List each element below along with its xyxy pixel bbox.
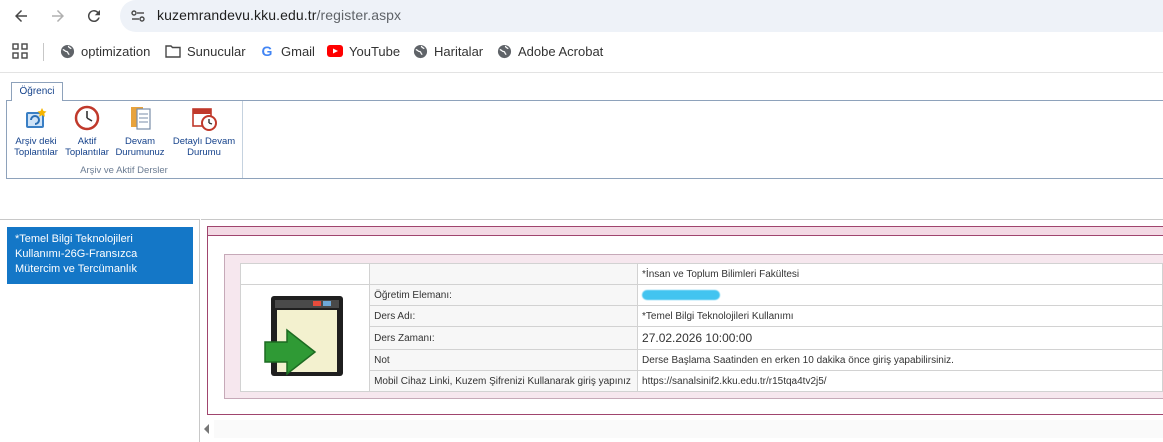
calendar-clock-icon [192,108,217,131]
course-name-label: Ders Adı: [369,305,639,327]
table-row: Öğretim Elemanı: [239,284,1163,392]
browser-toolbar: kuzemrandevu.kku.edu.tr/register.aspx [0,0,1163,32]
bookmark-haritalar[interactable]: Haritalar [412,43,483,59]
ribbon-group-separator [242,101,243,178]
instructor-value [637,284,1163,306]
url-text: kuzemrandevu.kku.edu.tr/register.aspx [157,7,401,23]
reload-icon [87,10,100,23]
course-line-1: *Temel Bilgi Teknolojileri [15,233,133,245]
forward-button[interactable] [45,4,71,28]
detailed-attendance-label-1: Detaylı Devam [172,136,236,147]
active-meetings-label-1: Aktif [77,136,97,147]
table-row: Not Derse Başlama Saatinden en erken 10 … [241,349,1163,371]
table-row: Ders Adı: *Temel Bilgi Teknolojileri Kul… [241,305,1163,327]
back-button[interactable] [8,4,34,28]
active-meetings-label-2: Toplantılar [65,147,109,158]
table-row: Ders Zamanı: 27.02.2026 10:00:00 [241,326,1163,350]
attendance-icon [131,107,151,130]
course-details-table: *İnsan ve Toplum Bilimleri Fakültesi Öğr… [239,263,1163,392]
faculty-value: *İnsan ve Toplum Bilimleri Fakültesi [637,263,1163,285]
mobile-link-value[interactable]: https://sanalsinif2.kku.edu.tr/r15tqa4tv… [637,370,1163,392]
note-value: Derse Başlama Saatinden en erken 10 daki… [637,349,1163,371]
bookmarks-bar: optimization Sunucular G Gmail YouTube H… [0,36,1163,68]
details-header-strip [208,227,1163,236]
archive-meetings-label-1: Arşiv deki [15,136,57,147]
join-session-icon[interactable] [259,290,351,384]
globe-icon [412,43,428,59]
bookmark-label: YouTube [349,43,401,59]
detailed-attendance-label-2: Durumu [187,147,221,158]
clock-icon [74,105,100,131]
archive-meetings-button[interactable]: Arşiv deki Toplantılar [12,104,60,158]
bookmark-optimization[interactable]: optimization [59,43,150,59]
globe-icon [496,43,512,59]
bookmark-youtube[interactable]: YouTube [327,43,400,59]
apps-button[interactable] [12,43,28,59]
url-path: /register.aspx [316,7,402,23]
instructor-label: Öğretim Elemanı: [369,284,639,306]
bookmark-label: Gmail [281,43,315,59]
bookmarks-separator [43,43,44,61]
bookmark-sunucular[interactable]: Sunucular [165,43,246,59]
note-label: Not [369,349,639,371]
tab-ogrenci[interactable]: Öğrenci [11,82,63,101]
attendance-status-button[interactable]: Devam Durumunuz [113,104,167,158]
detailed-attendance-button[interactable]: Detaylı Devam Durumu [170,104,238,158]
arrow-left-icon [15,10,27,22]
globe-icon [59,43,75,59]
address-bar[interactable]: kuzemrandevu.kku.edu.tr/register.aspx [120,0,1163,32]
course-time-label: Ders Zamanı: [369,326,639,350]
bookmark-gmail[interactable]: G Gmail [259,43,315,59]
horizontal-scrollbar[interactable] [214,420,1163,438]
course-line-3: Mütercim ve Tercümanlık [15,263,138,275]
apps-grid-icon [12,43,28,59]
mobile-link-label: Mobil Cihaz Linki, Kuzem Şifrenizi Kulla… [369,370,639,392]
youtube-icon [327,43,343,59]
attendance-status-label-2: Durumunuz [115,147,165,158]
archive-meetings-icon [26,108,47,128]
course-line-2: Kullanımı-26G-Fransızca [15,248,138,260]
site-settings-icon[interactable] [130,8,146,24]
arrow-right-icon [52,10,64,22]
active-meetings-button[interactable]: Aktif Toplantılar [63,104,111,158]
url-host: kuzemrandevu.kku.edu.tr [157,7,317,23]
archive-meetings-label-2: Toplantılar [14,147,58,158]
reload-button[interactable] [81,4,107,28]
toolbar-divider [0,72,1163,73]
bookmark-label: Haritalar [434,43,484,59]
bookmark-label: Sunucular [187,43,246,59]
bookmark-adobe-acrobat[interactable]: Adobe Acrobat [496,43,603,59]
table-row: *İnsan ve Toplum Bilimleri Fakültesi [239,263,1163,285]
bookmark-label: Adobe Acrobat [518,43,604,59]
redacted-name [642,289,721,300]
scroll-left-icon[interactable] [204,424,209,434]
ribbon-group-label: Arşiv ve Aktif Dersler [80,165,168,176]
course-time-value: 27.02.2026 10:00:00 [637,326,1163,350]
folder-icon [165,43,181,59]
bookmark-label: optimization [81,43,151,59]
table-row: Mobil Cihaz Linki, Kuzem Şifrenizi Kulla… [241,370,1163,392]
attendance-status-label-1: Devam [124,136,156,147]
course-list-item[interactable]: *Temel Bilgi Teknolojileri Kullanımı-26G… [7,227,193,284]
course-name-value: *Temel Bilgi Teknolojileri Kullanımı [637,305,1163,327]
google-icon: G [261,43,273,59]
